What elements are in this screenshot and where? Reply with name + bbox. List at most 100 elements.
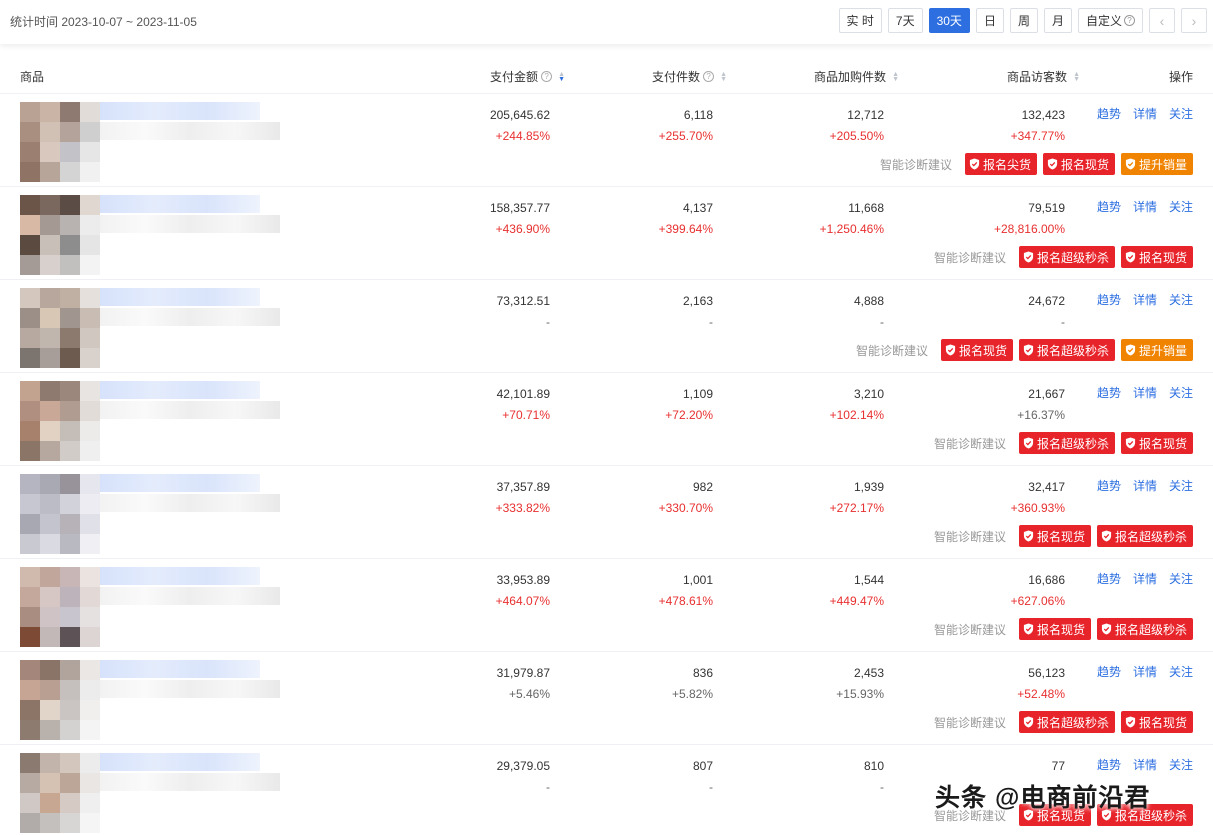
product-title[interactable] [100,660,260,678]
diag-tag-button[interactable]: 提升销量 [1120,339,1193,361]
product-thumbnail[interactable] [20,381,100,461]
product-thumbnail[interactable] [20,102,100,182]
trend-link[interactable]: 趋势 [1097,477,1121,494]
product-title[interactable] [100,102,260,120]
range-custom-button[interactable]: 自定义 ? [1077,8,1143,33]
follow-link[interactable]: 关注 [1169,105,1193,122]
diag-tag-button[interactable]: 报名现货 [1042,153,1115,175]
product-thumbnail[interactable] [20,474,100,554]
cart-count-value: 2,453 [853,666,884,680]
pay-amount-change: +70.71% [502,408,550,422]
visitors-cell: 56,123 +52.48% [1017,663,1065,705]
detail-link[interactable]: 详情 [1133,384,1157,401]
diag-label: 智能诊断建议 [933,529,1006,544]
visitors-change: +627.06% [1010,594,1065,608]
diag-tag-label: 报名现货 [1138,436,1187,451]
pay-count-change: +72.20% [665,408,713,422]
pay-count-cell: 807 - [693,756,713,798]
sort-icon[interactable]: ▲ ▼ [892,71,899,83]
cart-count-value: 1,544 [853,573,884,587]
follow-link[interactable]: 关注 [1169,291,1193,308]
cart-count-value: 810 [863,759,884,773]
product-title[interactable] [100,567,260,585]
prev-period-button[interactable]: ‹ [1149,8,1175,33]
pay-count-value: 6,118 [683,108,713,122]
diag-tag-button[interactable]: 报名现货 [1018,618,1091,640]
follow-link[interactable]: 关注 [1169,198,1193,215]
visitors-value: 56,123 [1028,666,1065,680]
diag-tag-button[interactable]: 报名超级秒杀 [1096,618,1193,640]
col-cart-count[interactable]: 商品加购件数 ▲ ▼ [814,68,899,85]
trend-link[interactable]: 趋势 [1097,756,1121,773]
trend-link[interactable]: 趋势 [1097,105,1121,122]
diag-tag-button[interactable]: 报名现货 [1018,525,1091,547]
diag-tag-button[interactable]: 报名现货 [940,339,1013,361]
follow-link[interactable]: 关注 [1169,384,1193,401]
range-custom-label: 自定义 [1085,14,1122,28]
range-30d-button[interactable]: 30天 [928,8,970,33]
trend-link[interactable]: 趋势 [1097,291,1121,308]
col-visitors[interactable]: 商品访客数 ▲ ▼ [1007,68,1080,85]
product-title[interactable] [100,474,260,492]
product-title[interactable] [100,753,260,771]
pay-count-change: +255.70% [658,129,713,143]
follow-link[interactable]: 关注 [1169,663,1193,680]
detail-link[interactable]: 详情 [1133,570,1157,587]
row-actions: 趋势 详情 关注 [1085,105,1193,122]
shield-icon [1125,251,1136,263]
detail-link[interactable]: 详情 [1133,477,1157,494]
range-7d-button[interactable]: 7天 [887,8,923,33]
trend-link[interactable]: 趋势 [1097,198,1121,215]
detail-link[interactable]: 详情 [1133,663,1157,680]
product-title[interactable] [100,381,260,399]
diag-tag-button[interactable]: 提升销量 [1120,153,1193,175]
diag-tag-label: 报名超级秒杀 [1036,250,1109,265]
diag-tag-button[interactable]: 报名现货 [1120,711,1193,733]
pay-amount-change: - [546,780,550,794]
col-pay-count[interactable]: 支付件数 ? ▲ ▼ [652,68,727,85]
pay-count-change: +330.70% [658,501,713,515]
smart-diagnosis: 智能诊断建议 报名现货 报名超级秒杀 [934,618,1193,640]
product-thumbnail[interactable] [20,660,100,740]
range-month-button[interactable]: 月 [1043,8,1072,33]
row-actions: 趋势 详情 关注 [1085,477,1193,494]
range-week-button[interactable]: 周 [1009,8,1038,33]
follow-link[interactable]: 关注 [1169,756,1193,773]
range-realtime-button[interactable]: 实 时 [838,8,882,33]
diag-tag-button[interactable]: 报名尖货 [964,153,1037,175]
trend-link[interactable]: 趋势 [1097,570,1121,587]
product-title[interactable] [100,288,260,306]
product-thumbnail[interactable] [20,288,100,368]
diag-tag-button[interactable]: 报名超级秒杀 [1018,339,1115,361]
trend-link[interactable]: 趋势 [1097,384,1121,401]
sort-icon[interactable]: ▲ ▼ [558,71,565,83]
diag-tag-button[interactable]: 报名超级秒杀 [1018,246,1115,268]
diag-tag-button[interactable]: 报名现货 [1120,432,1193,454]
follow-link[interactable]: 关注 [1169,570,1193,587]
product-thumbnail[interactable] [20,567,100,647]
diag-tag-button[interactable]: 报名超级秒杀 [1096,525,1193,547]
detail-link[interactable]: 详情 [1133,198,1157,215]
smart-diagnosis: 智能诊断建议 报名现货 报名超级秒杀 [934,525,1193,547]
detail-link[interactable]: 详情 [1133,105,1157,122]
diag-tag-button[interactable]: 报名现货 [1120,246,1193,268]
cart-count-change: - [880,780,884,794]
sort-icon[interactable]: ▲ ▼ [720,71,727,83]
diag-tag-label: 报名超级秒杀 [1114,529,1187,544]
next-period-button[interactable]: › [1181,8,1207,33]
product-title[interactable] [100,195,260,213]
diag-tag-label: 提升销量 [1138,343,1187,358]
detail-link[interactable]: 详情 [1133,756,1157,773]
product-thumbnail[interactable] [20,753,100,833]
shield-icon [1023,251,1034,263]
diag-tag-button[interactable]: 报名超级秒杀 [1018,711,1115,733]
sort-icon[interactable]: ▲ ▼ [1073,71,1080,83]
range-day-button[interactable]: 日 [975,8,1004,33]
detail-link[interactable]: 详情 [1133,291,1157,308]
diag-tag-button[interactable]: 报名超级秒杀 [1018,432,1115,454]
product-thumbnail[interactable] [20,195,100,275]
follow-link[interactable]: 关注 [1169,477,1193,494]
pay-amount-value: 31,979.87 [496,666,550,680]
col-pay-amount[interactable]: 支付金额 ? ▲ ▼ [490,68,565,85]
trend-link[interactable]: 趋势 [1097,663,1121,680]
